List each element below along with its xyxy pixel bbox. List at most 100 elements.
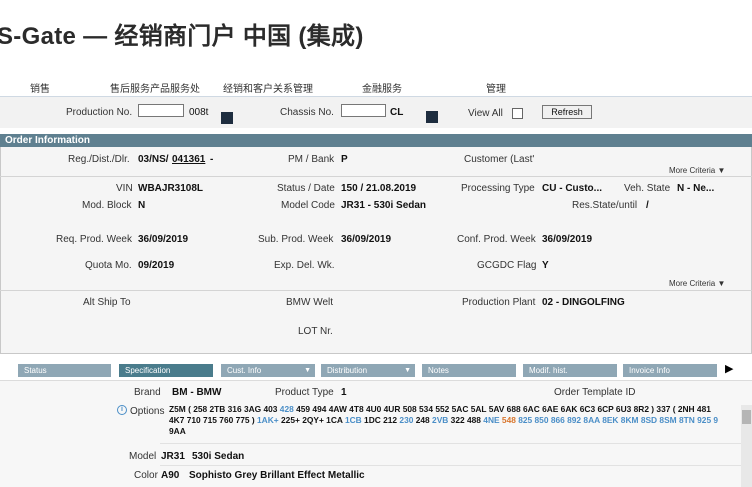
view-all-checkbox[interactable] <box>512 108 523 119</box>
model-code: JR31 <box>161 451 185 462</box>
color-label: Color <box>134 470 158 481</box>
model-code-label: Model Code <box>281 200 335 211</box>
tab-specification[interactable]: Specification <box>119 364 213 377</box>
view-all-label: View All <box>468 108 503 119</box>
brand-value: BM - BMW <box>172 387 222 398</box>
model-label: Model <box>129 451 157 462</box>
chevron-down-icon: ▼ <box>404 367 411 374</box>
tab-label: Status <box>24 366 47 375</box>
chevron-down-icon: ▼ <box>304 367 311 374</box>
tab-invoice-info[interactable]: Invoice Info <box>623 364 717 377</box>
divider <box>160 443 741 444</box>
menu-item-sales[interactable]: 销售 <box>30 80 50 95</box>
options-label: Options <box>130 406 165 417</box>
tab-label: Modif. hist. <box>529 366 568 375</box>
conf-prod-week-value: 36/09/2019 <box>542 234 593 245</box>
vin-label: VIN <box>116 183 133 194</box>
info-icon[interactable]: i <box>117 405 127 415</box>
production-plant-label: Production Plant <box>462 297 536 308</box>
res-state-label: Res.State/until <box>572 200 638 211</box>
option-code-link[interactable]: 548 <box>502 415 516 425</box>
production-no-input[interactable] <box>138 104 184 117</box>
tab-distribution[interactable]: Distribution ▼ <box>321 364 415 377</box>
mod-block-label: Mod. Block <box>82 200 132 211</box>
tab-label: Cust. Info <box>227 366 262 375</box>
option-code-link[interactable]: 825 850 866 892 8AA 8EK 8KM 8SD 8SM 8TN … <box>516 415 718 425</box>
app-title: S-Gate — 经销商门户 中国 (集成) <box>0 23 364 50</box>
pm-bank-label: PM / Bank <box>288 154 335 165</box>
dealer-link[interactable]: 041361 <box>172 154 205 165</box>
option-codes: 248 <box>413 415 433 425</box>
bmw-welt-label: BMW Welt <box>286 297 334 308</box>
chevron-down-icon: ▼ <box>717 166 726 175</box>
chevron-down-icon: ▼ <box>717 279 726 288</box>
tab-notes[interactable]: Notes <box>422 364 516 377</box>
conf-prod-week-label: Conf. Prod. Week <box>457 234 536 245</box>
model-name: 530i Sedan <box>192 451 245 462</box>
option-code-link[interactable]: 1AK+ <box>257 415 279 425</box>
tab-modif-hist[interactable]: Modif. hist. <box>523 364 617 377</box>
tab-cust-info[interactable]: Cust. Info ▼ <box>221 364 315 377</box>
req-prod-week-value: 36/09/2019 <box>138 234 189 245</box>
req-dist-suffix: - <box>210 154 214 165</box>
option-code-link[interactable]: 2VB <box>432 415 448 425</box>
more-criteria-link[interactable]: More Criteria ▼ <box>669 166 725 175</box>
model-code-value: JR31 - 530i Sedan <box>341 200 427 211</box>
refresh-button[interactable]: Refresh <box>542 105 592 119</box>
tab-label: Specification <box>125 366 171 375</box>
divider <box>160 465 741 466</box>
order-information-title: Order Information <box>5 135 91 146</box>
scrollbar-thumb[interactable] <box>742 410 751 424</box>
lot-nr-label: LOT Nr. <box>298 326 333 337</box>
redaction-mark <box>221 112 233 124</box>
tab-status[interactable]: Status <box>18 364 111 377</box>
tab-label: Distribution <box>327 366 368 375</box>
options-line-1: Z5M ( 258 2TB 316 3AG 403 428 459 494 4A… <box>169 404 711 414</box>
menu-item-finance[interactable]: 金融服务 <box>362 80 402 95</box>
option-code-link[interactable]: 428 <box>280 404 294 414</box>
order-information-header <box>0 134 752 147</box>
option-codes: Z5M ( 258 2TB 316 3AG 403 <box>169 404 280 414</box>
more-criteria-link[interactable]: More Criteria ▼ <box>669 279 725 288</box>
exp-del-wk-label: Exp. Del. Wk. <box>274 260 335 271</box>
tab-label: Notes <box>428 366 449 375</box>
option-codes: 322 488 <box>448 415 484 425</box>
res-state-value: / <box>646 200 649 211</box>
req-dist-prefix: 03/NS/ <box>138 154 169 165</box>
req-dist-label: Reg./Dist./Dlr. <box>68 154 130 165</box>
brand-label: Brand <box>134 387 161 398</box>
status-date-value: 150 / 21.08.2019 <box>341 183 417 194</box>
more-criteria-text: More Criteria <box>669 166 716 175</box>
tab-label: Invoice Info <box>629 366 670 375</box>
option-codes: 1DC 212 <box>361 415 400 425</box>
menu-item-admin[interactable]: 管理 <box>486 80 506 95</box>
chassis-no-suffix: CL <box>390 107 404 118</box>
option-codes: 4K7 710 715 760 775 ) <box>169 415 258 425</box>
pm-bank-value: P <box>341 154 348 165</box>
option-code-link[interactable]: 4NE <box>483 415 499 425</box>
specification-panel <box>0 380 752 487</box>
divider <box>0 176 752 177</box>
option-code-link[interactable]: 230 <box>399 415 413 425</box>
gcgdc-flag-value: Y <box>542 260 549 271</box>
options-line-3: 9AA <box>169 426 186 436</box>
chassis-no-label: Chassis No. <box>280 107 334 118</box>
menu-item-aftersales[interactable]: 售后服务产品服务处 <box>110 80 200 95</box>
status-date-label: Status / Date <box>277 183 335 194</box>
color-name: Sophisto Grey Brillant Effect Metallic <box>189 470 365 481</box>
product-type-value: 1 <box>341 387 347 398</box>
product-type-label: Product Type <box>275 387 334 398</box>
req-prod-week-label: Req. Prod. Week <box>56 234 132 245</box>
processing-type-value: CU - Custo... <box>542 183 602 194</box>
options-line-2: 4K7 710 715 760 775 ) 1AK+ 225+ 2QY+ 1CA… <box>169 415 718 425</box>
option-codes: 459 494 4AW 4T8 4U0 4UR 508 534 552 5AC … <box>293 404 711 414</box>
production-plant-value: 02 - DINGOLFING <box>542 297 625 308</box>
gcgdc-flag-label: GCGDC Flag <box>477 260 537 271</box>
option-code-link[interactable]: 1CB <box>345 415 362 425</box>
tabs-scroll-right-icon[interactable]: ▶ <box>725 362 733 375</box>
order-template-label: Order Template ID <box>554 387 636 398</box>
chassis-no-input[interactable] <box>341 104 386 117</box>
veh-state-value: N - Ne... <box>677 183 715 194</box>
menu-item-crm[interactable]: 经销和客户关系管理 <box>223 80 313 95</box>
processing-type-label: Processing Type <box>461 183 535 194</box>
